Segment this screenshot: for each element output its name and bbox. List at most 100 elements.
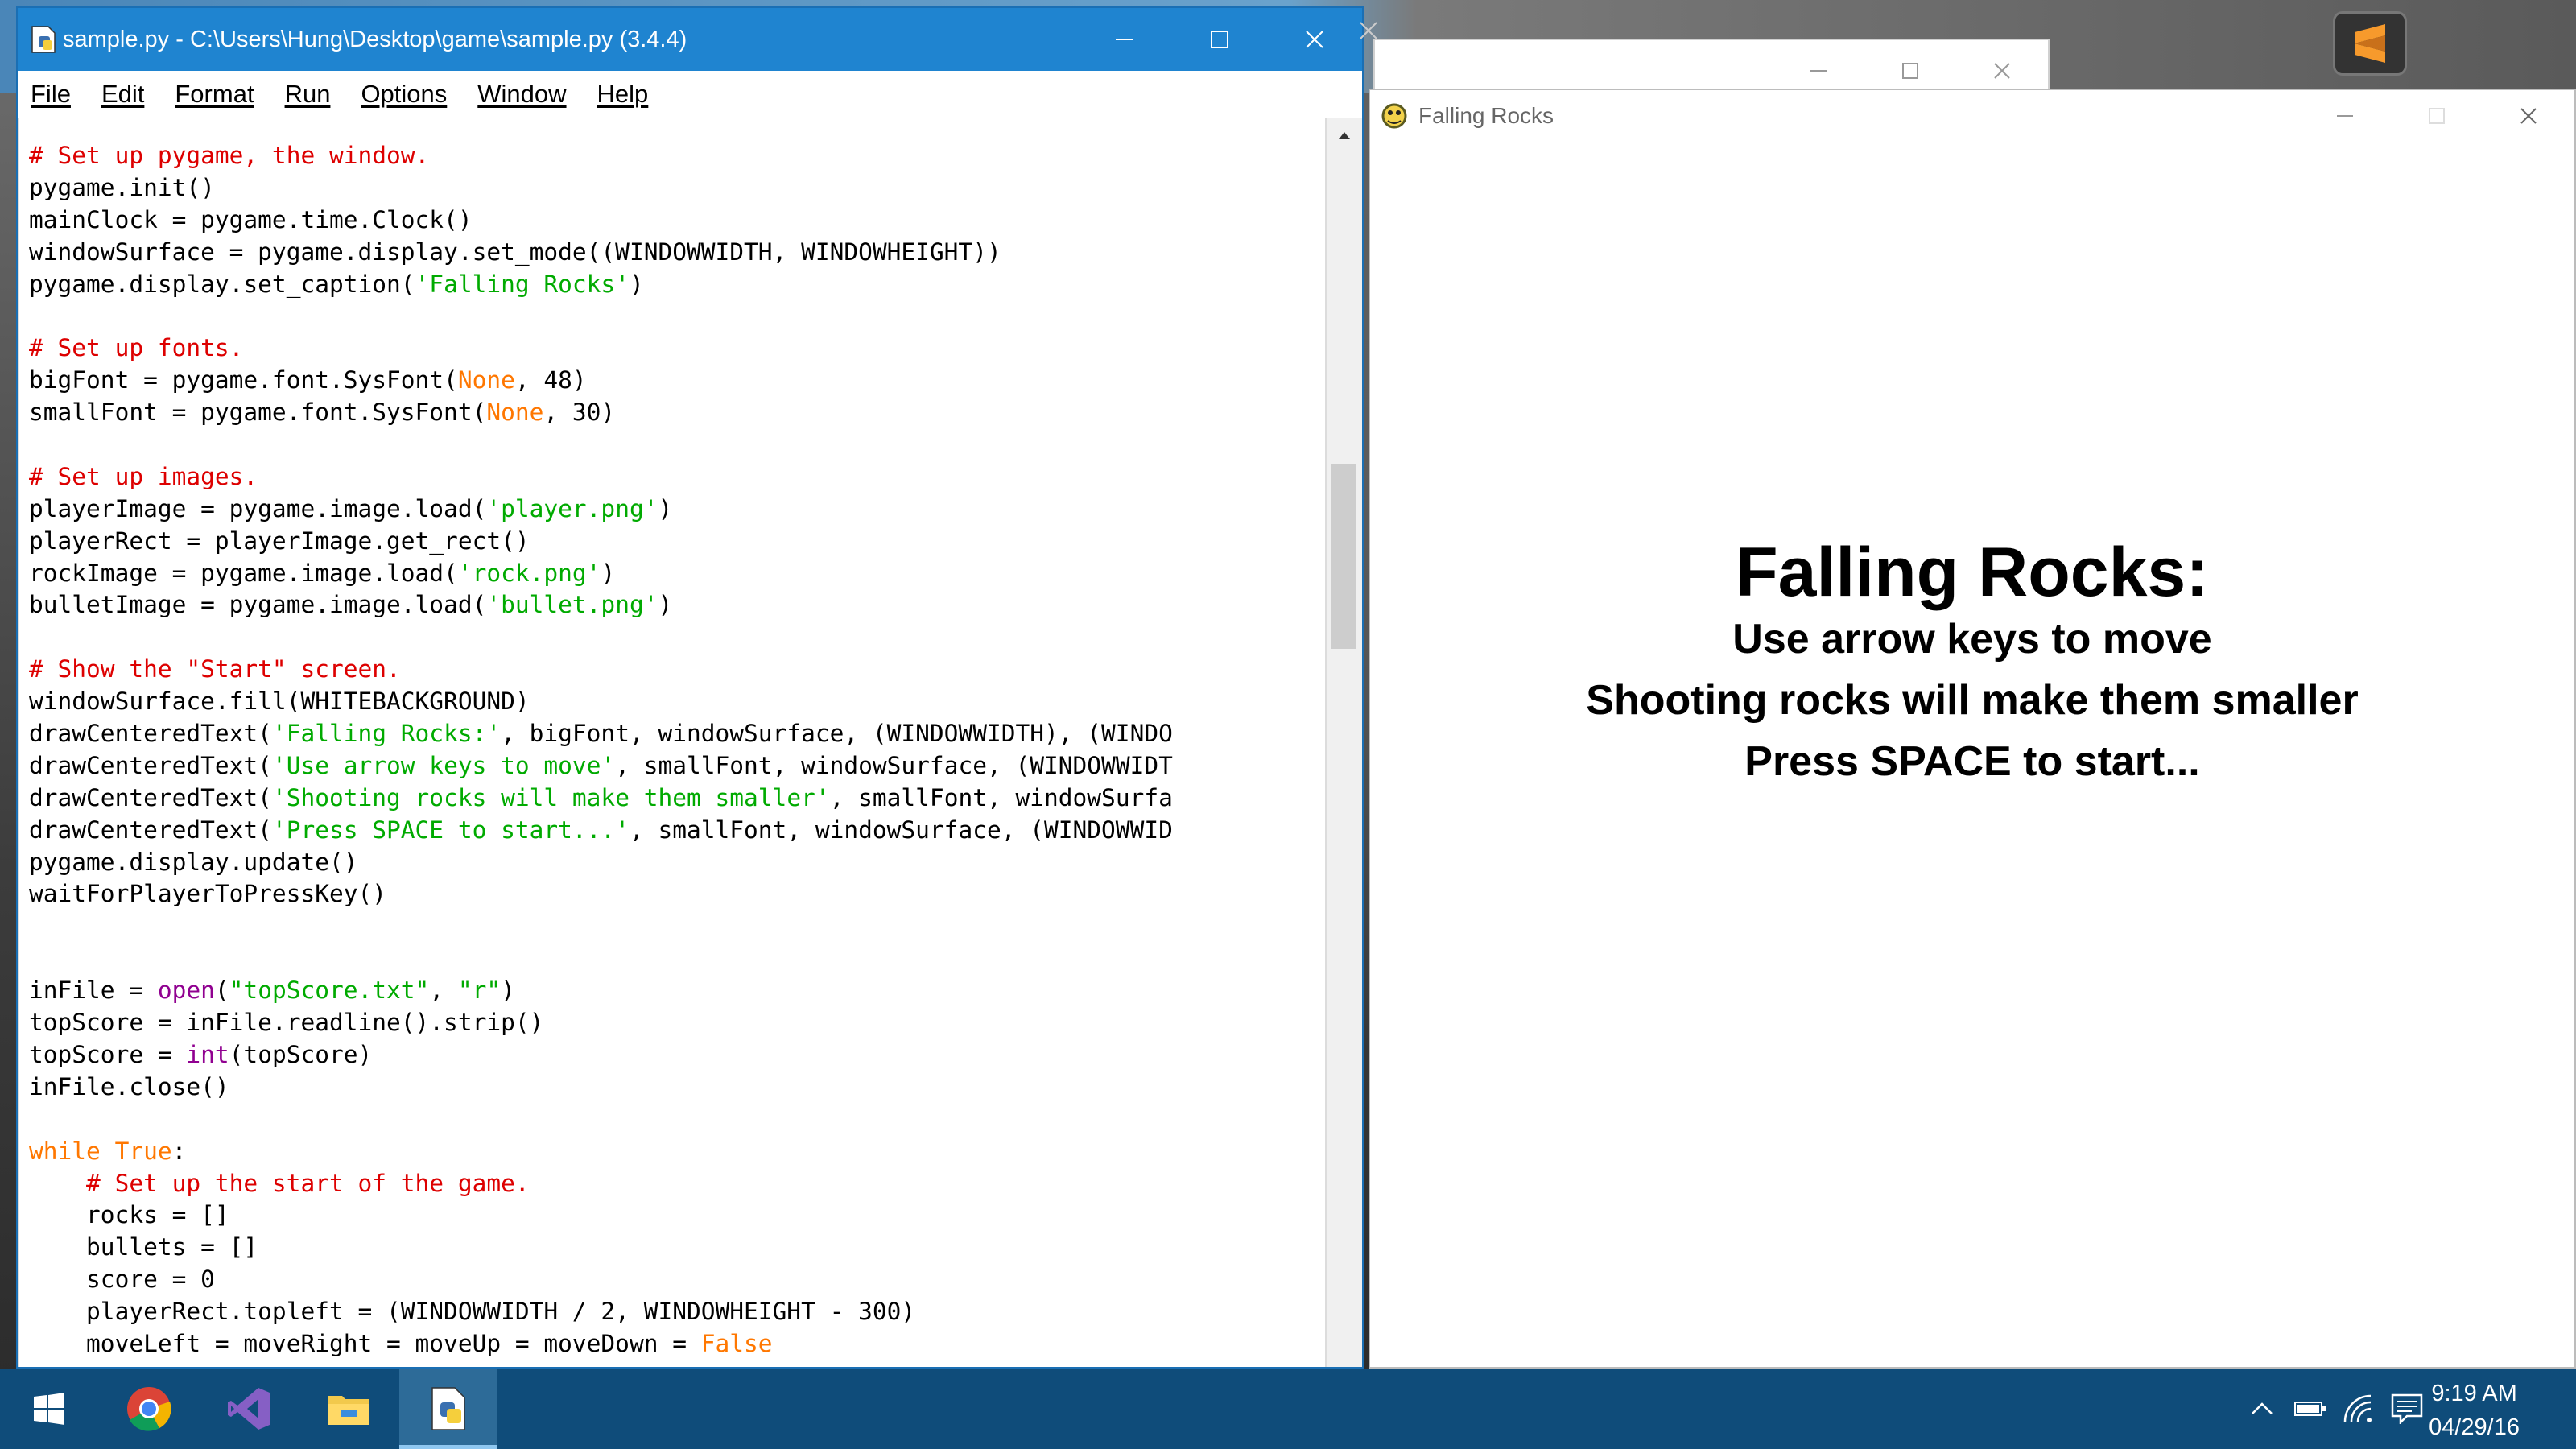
taskbar-chrome[interactable] [100, 1368, 198, 1449]
code-line[interactable]: # Set up pygame, the window. [19, 140, 1328, 172]
code-token: drawCenteredText( [29, 751, 272, 779]
menu-edit[interactable]: Edit [101, 80, 144, 109]
menu-window[interactable]: Window [477, 80, 566, 109]
sublime-text-desktop-icon[interactable] [2333, 11, 2407, 76]
code-token: ) [658, 591, 673, 619]
game-titlebar[interactable]: Falling Rocks [1370, 90, 2574, 142]
code-line[interactable]: playerImage = pygame.image.load('player.… [19, 493, 1328, 526]
code-line[interactable]: # Set up the start of the game. [19, 1168, 1328, 1200]
code-line[interactable]: inFile = open("topScore.txt", "r") [19, 975, 1328, 1007]
code-line[interactable] [19, 429, 1328, 461]
code-token: # Set up the start of the game. [86, 1169, 530, 1197]
code-line[interactable]: bullets = [] [19, 1232, 1328, 1264]
falling-rocks-window[interactable]: Falling Rocks Falling Rocks: Use arrow k… [1368, 89, 2576, 1368]
code-line[interactable] [19, 1104, 1328, 1136]
idle-titlebar[interactable]: sample.py - C:\Users\Hung\Desktop\game\s… [18, 8, 1362, 71]
code-token: topScore = [29, 1040, 187, 1068]
vertical-scrollbar[interactable] [1325, 118, 1362, 1367]
minimize-icon [2337, 115, 2353, 117]
code-line[interactable]: drawCenteredText('Shooting rocks will ma… [19, 782, 1328, 815]
show-hidden-icons-button[interactable] [2246, 1393, 2278, 1425]
network-button[interactable] [2343, 1393, 2375, 1425]
code-token: , smallFont, windowSurface, (WINDOWWID [629, 815, 1173, 844]
code-line[interactable]: drawCenteredText('Use arrow keys to move… [19, 750, 1328, 782]
pygame-snake-icon [1381, 103, 1407, 129]
code-token: 'Press SPACE to start...' [271, 815, 630, 844]
code-line[interactable]: score = 0 [19, 1264, 1328, 1296]
close-button[interactable] [2483, 90, 2574, 142]
code-token: drawCenteredText( [29, 720, 272, 748]
code-line[interactable] [19, 621, 1328, 654]
notifications-icon [2391, 1393, 2423, 1424]
code-line[interactable]: smallFont = pygame.font.SysFont(None, 30… [19, 397, 1328, 429]
idle-editor-window[interactable]: sample.py - C:\Users\Hung\Desktop\game\s… [16, 6, 1364, 1368]
game-window-title: Falling Rocks [1418, 103, 1554, 128]
code-token: # Set up images. [29, 462, 258, 490]
battery-button[interactable] [2294, 1393, 2326, 1425]
code-line[interactable]: pygame.init() [19, 172, 1328, 204]
menu-run[interactable]: Run [285, 80, 331, 109]
close-button[interactable] [1267, 8, 1362, 71]
code-token: 'player.png' [486, 494, 658, 522]
code-line[interactable]: playerRect.topleft = (WINDOWWIDTH / 2, W… [19, 1296, 1328, 1328]
scroll-up-button[interactable] [1327, 118, 1362, 153]
code-line[interactable]: moveLeft = moveRight = moveUp = moveDown… [19, 1328, 1328, 1360]
code-line[interactable]: playerRect = playerImage.get_rect() [19, 526, 1328, 558]
close-icon [1994, 63, 2010, 79]
menu-file[interactable]: File [31, 80, 71, 109]
code-line[interactable]: waitForPlayerToPressKey() [19, 878, 1328, 910]
maximize-button[interactable] [2391, 90, 2483, 142]
code-line[interactable]: topScore = inFile.readline().strip() [19, 1007, 1328, 1039]
taskbar-clock[interactable]: 9:19 AM 04/29/16 [2429, 1377, 2520, 1444]
menu-format[interactable]: Format [175, 80, 254, 109]
minimize-icon [1810, 70, 1827, 72]
code-editor[interactable]: # Set up pygame, the window. pygame.init(… [18, 118, 1328, 1367]
code-line[interactable]: # Show the "Start" screen. [19, 654, 1328, 686]
code-line[interactable]: bigFont = pygame.font.SysFont(None, 48) [19, 365, 1328, 397]
code-line[interactable]: while True: [19, 1136, 1328, 1168]
code-line[interactable]: pygame.display.set_caption('Falling Rock… [19, 269, 1328, 301]
code-line[interactable]: # Set up images. [19, 461, 1328, 493]
code-line[interactable]: mainClock = pygame.time.Clock() [19, 204, 1328, 237]
menu-options[interactable]: Options [361, 80, 447, 109]
code-token: "r" [457, 976, 502, 1005]
game-instruction-start: Press SPACE to start... [1744, 738, 2200, 785]
close-icon[interactable] [1352, 14, 1385, 47]
start-button[interactable] [0, 1368, 98, 1449]
code-line[interactable]: drawCenteredText('Press SPACE to start..… [19, 815, 1328, 847]
code-token: 'bullet.png' [486, 591, 658, 619]
minimize-button[interactable] [2299, 90, 2391, 142]
code-line[interactable]: pygame.display.update() [19, 847, 1328, 879]
maximize-icon [2429, 108, 2445, 124]
code-line[interactable]: bulletImage = pygame.image.load('bullet.… [19, 589, 1328, 621]
code-line[interactable]: rocks = [] [19, 1199, 1328, 1232]
scrollbar-thumb[interactable] [1331, 464, 1356, 649]
code-token: True [114, 1137, 172, 1165]
taskbar-python-idle[interactable] [399, 1368, 497, 1449]
code-token: (topScore) [229, 1040, 373, 1068]
code-line[interactable]: topScore = int(topScore) [19, 1039, 1328, 1071]
code-token: ) [501, 976, 515, 1005]
code-line[interactable] [19, 300, 1328, 332]
code-line[interactable] [19, 943, 1328, 975]
code-line[interactable]: # Set up fonts. [19, 332, 1328, 365]
code-line[interactable]: rockImage = pygame.image.load('rock.png'… [19, 558, 1328, 590]
code-token: pygame.display.set_caption( [29, 270, 415, 298]
action-center-button[interactable] [2391, 1393, 2423, 1425]
code-line[interactable]: drawCenteredText('Falling Rocks:', bigFo… [19, 718, 1328, 750]
minimize-button[interactable] [1077, 8, 1172, 71]
chevron-up-icon [2252, 1402, 2273, 1414]
code-token: ) [658, 494, 673, 522]
menu-help[interactable]: Help [597, 80, 649, 109]
code-line[interactable]: inFile.close() [19, 1071, 1328, 1104]
code-token: , 48) [514, 366, 587, 394]
taskbar-file-explorer[interactable] [299, 1368, 398, 1449]
code-line[interactable] [19, 910, 1328, 943]
maximize-button[interactable] [1172, 8, 1267, 71]
code-line[interactable]: windowSurface = pygame.display.set_mode(… [19, 237, 1328, 269]
code-line[interactable]: windowSurface.fill(WHITEBACKGROUND) [19, 686, 1328, 718]
taskbar-visual-studio[interactable] [200, 1368, 298, 1449]
code-token: moveLeft = moveRight = moveUp = moveDown… [29, 1329, 701, 1357]
code-token: False [700, 1329, 773, 1357]
file-explorer-icon [328, 1396, 369, 1425]
